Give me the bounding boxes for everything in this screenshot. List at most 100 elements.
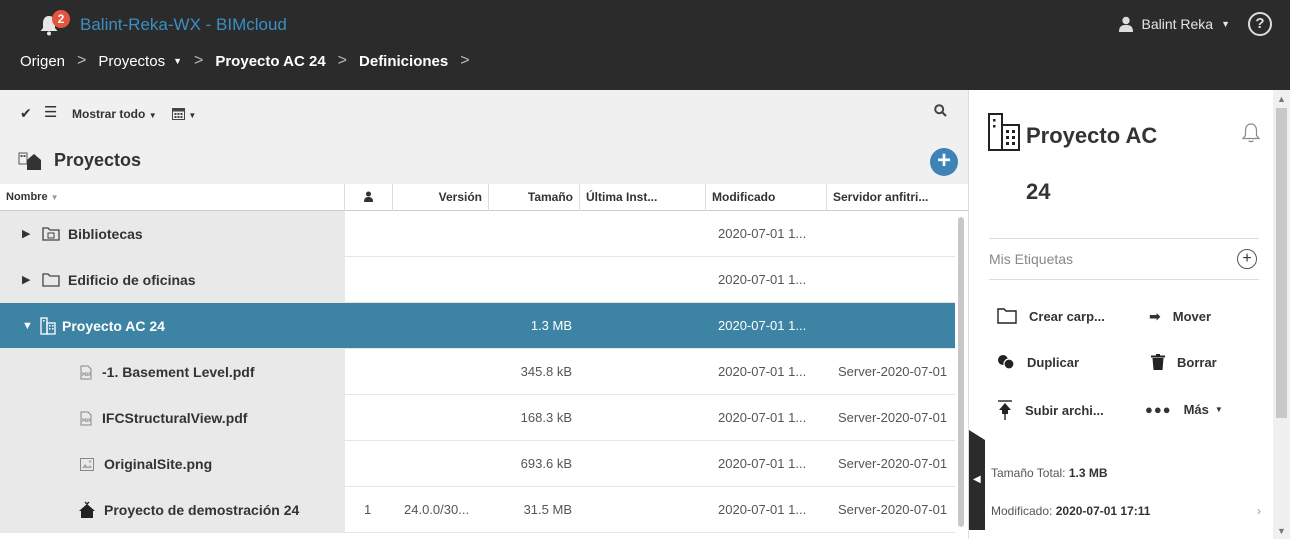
column-version[interactable]: Versión xyxy=(392,184,488,211)
plus-icon: + xyxy=(1242,250,1252,267)
breadcrumb-separator-icon: > xyxy=(337,52,348,69)
list-scrollbar-thumb[interactable] xyxy=(958,217,964,527)
column-last-instance[interactable]: Última Inst... xyxy=(579,184,705,211)
upload-button[interactable]: Subir archi... xyxy=(997,400,1104,420)
modified-info[interactable]: Modificado: 2020-07-01 17:11 › xyxy=(991,504,1261,518)
table-row[interactable]: Proyecto de demostración 24 1 24.0.0/30.… xyxy=(0,487,955,533)
row-name: ▼ Proyecto AC 24 xyxy=(22,303,342,349)
details-scrollbar-thumb[interactable] xyxy=(1276,108,1287,418)
caret-left-icon: ◀ xyxy=(973,474,981,485)
app-title[interactable]: Balint-Reka-WX - BIMcloud xyxy=(80,15,287,35)
breadcrumb-definiciones[interactable]: Definiciones xyxy=(359,53,448,70)
move-label: Mover xyxy=(1172,309,1212,324)
notifications-button[interactable]: 2 xyxy=(38,10,70,38)
list-scrollbar[interactable] xyxy=(955,211,968,539)
section-title: Proyectos xyxy=(54,150,142,170)
library-folder-icon xyxy=(42,227,60,241)
duplicate-button[interactable]: Duplicar xyxy=(997,354,1079,370)
table-row[interactable]: ▶ Edificio de oficinas 2020-07-01 1... xyxy=(0,257,955,303)
row-name-text: Proyecto AC 24 xyxy=(62,318,165,334)
pdf-file-icon: PDF xyxy=(80,411,92,425)
add-button[interactable]: + xyxy=(930,147,958,176)
details-scrollbar[interactable]: ▲ ▼ xyxy=(1273,90,1290,539)
add-tag-button[interactable]: + xyxy=(1237,249,1257,269)
row-version: 24.0.0/30... xyxy=(404,502,470,517)
details-title: Proyecto AC 24 xyxy=(989,108,1219,220)
row-size: 693.6 kB xyxy=(520,456,572,471)
row-name: PDF -1. Basement Level.pdf xyxy=(80,349,342,395)
row-server: Server-2020-07-01 xyxy=(838,364,948,379)
details-title-text: Proyecto AC 24 xyxy=(1026,123,1158,204)
breadcrumb-origen[interactable]: Origen xyxy=(20,53,65,70)
row-size: 168.3 kB xyxy=(520,410,572,425)
scroll-down-icon[interactable]: ▼ xyxy=(1277,526,1286,536)
row-size: 1.3 MB xyxy=(530,318,572,333)
row-name-text: IFCStructuralView.pdf xyxy=(102,410,248,426)
table-row[interactable]: PDF -1. Basement Level.pdf 345.8 kB 2020… xyxy=(0,349,955,395)
filter-label: Mostrar todo xyxy=(72,107,146,121)
total-size-value: 1.3 MB xyxy=(1068,466,1108,480)
chevron-down-icon[interactable]: ▼ xyxy=(173,56,182,66)
chevron-down-icon: ▼ xyxy=(148,111,157,120)
more-label: Más xyxy=(1183,402,1209,417)
more-dots-icon: ●●● xyxy=(1145,402,1172,417)
column-modified[interactable]: Modificado xyxy=(705,184,826,211)
breadcrumb-separator-icon: > xyxy=(460,52,470,69)
scroll-up-icon[interactable]: ▲ xyxy=(1277,94,1286,104)
project-icon xyxy=(79,501,95,518)
user-name: Balint Reka xyxy=(1141,16,1214,32)
trash-icon xyxy=(1151,354,1165,370)
collapse-panel-tab[interactable]: ◀ xyxy=(969,430,985,530)
table-row[interactable]: ▶ Bibliotecas 2020-07-01 1... xyxy=(0,211,955,257)
file-list: ▶ Bibliotecas 2020-07-01 1... ▶ Edificio… xyxy=(0,211,955,533)
breadcrumb: Origen > Proyectos ▼ > Proyecto AC 24 > … xyxy=(20,52,482,70)
row-name-text: Bibliotecas xyxy=(68,226,143,242)
row-server: Server-2020-07-01 xyxy=(838,456,948,471)
top-bar: 2 Balint-Reka-WX - BIMcloud Balint Reka … xyxy=(0,0,1290,90)
chevron-down-icon: ▼ xyxy=(188,111,197,120)
row-modified: 2020-07-01 1... xyxy=(718,364,807,379)
breadcrumb-proyecto-ac-24[interactable]: Proyecto AC 24 xyxy=(215,53,325,70)
move-button[interactable]: ➡ Mover xyxy=(1149,308,1211,325)
expand-caret-icon[interactable]: ▶ xyxy=(22,257,38,303)
row-name-text: -1. Basement Level.pdf xyxy=(102,364,255,380)
date-filter-dropdown[interactable]: ▼ xyxy=(172,107,196,121)
column-nombre[interactable]: Nombre ▼ xyxy=(0,184,344,211)
search-button[interactable] xyxy=(934,104,947,120)
plus-icon: + xyxy=(936,147,951,174)
expand-caret-icon[interactable]: ▶ xyxy=(22,211,38,257)
duplicate-icon xyxy=(998,355,1015,370)
arrow-right-icon: ➡ xyxy=(1149,308,1161,324)
collapse-caret-icon[interactable]: ▼ xyxy=(22,303,38,349)
user-menu[interactable]: Balint Reka ▼ xyxy=(1119,16,1230,32)
table-row-selected[interactable]: ▼ Proyecto AC 24 1.3 MB 2020-07-01 1... xyxy=(0,303,955,349)
pdf-file-icon: PDF xyxy=(80,365,92,379)
help-button[interactable]: ? xyxy=(1248,12,1272,36)
row-server: Server-2020-07-01 xyxy=(838,410,948,425)
row-name: PDF IFCStructuralView.pdf xyxy=(80,395,342,441)
row-name: Proyecto de demostración 24 xyxy=(78,487,344,533)
delete-button[interactable]: Borrar xyxy=(1151,354,1217,370)
list-view-icon[interactable]: ☰ xyxy=(44,103,57,121)
row-modified: 2020-07-01 1... xyxy=(718,272,807,287)
upload-label: Subir archi... xyxy=(1025,402,1104,418)
table-row[interactable]: OriginalSite.png 693.6 kB 2020-07-01 1..… xyxy=(0,441,955,487)
tags-row: Mis Etiquetas + xyxy=(989,238,1259,280)
chevron-right-icon[interactable]: › xyxy=(1257,504,1261,518)
bell-outline-icon[interactable] xyxy=(1241,122,1261,144)
column-users[interactable] xyxy=(344,184,392,211)
column-host-server[interactable]: Servidor anfitri... xyxy=(826,184,968,211)
table-header: Nombre ▼ Versión Tamaño Última Inst... M… xyxy=(0,184,968,211)
row-size: 31.5 MB xyxy=(523,502,572,517)
create-folder-button[interactable]: Crear carp... xyxy=(997,308,1105,324)
search-icon xyxy=(934,104,947,117)
column-size[interactable]: Tamaño xyxy=(488,184,579,211)
breadcrumb-proyectos[interactable]: Proyectos xyxy=(98,53,165,70)
row-users: 1 xyxy=(364,502,372,517)
select-checkmark-icon[interactable]: ✔ xyxy=(20,105,32,122)
more-button[interactable]: ●●● Más ▼ xyxy=(1145,402,1223,417)
building-icon xyxy=(40,317,56,335)
duplicate-label: Duplicar xyxy=(1027,354,1080,370)
table-row[interactable]: PDF IFCStructuralView.pdf 168.3 kB 2020-… xyxy=(0,395,955,441)
filter-dropdown[interactable]: Mostrar todo ▼ xyxy=(72,107,157,121)
